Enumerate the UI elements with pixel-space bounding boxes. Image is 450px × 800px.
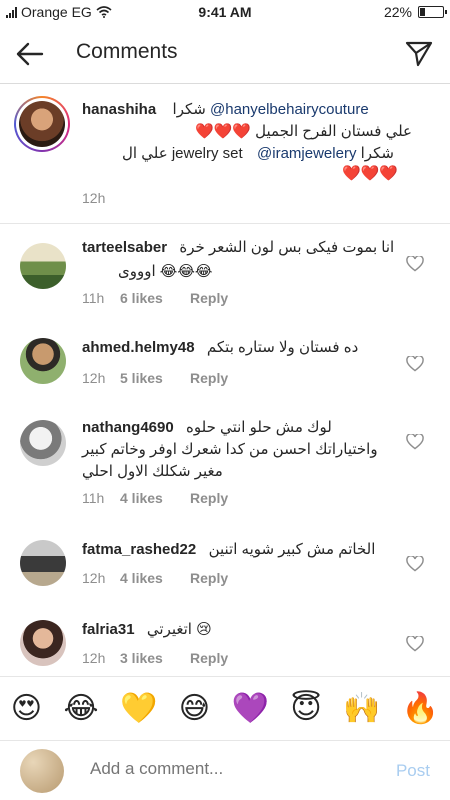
comment-likes[interactable]: 4 likes [120, 490, 190, 506]
raising-hands-emoji-button[interactable]: 🙌 [343, 691, 380, 726]
comment-text: اتغيرتي 😢 [146, 621, 212, 638]
halo-emoji-button[interactable]: 😇 [290, 691, 321, 726]
comment-username[interactable]: fatma_rashed22 [82, 541, 196, 558]
reply-button[interactable]: Reply [190, 570, 228, 586]
comment-meta: 11h 6 likes Reply [82, 290, 228, 306]
comment-input-bar: Post [0, 740, 450, 800]
reply-button[interactable]: Reply [190, 370, 228, 386]
comment-likes[interactable]: 3 likes [120, 650, 190, 666]
avatar[interactable] [20, 338, 66, 384]
emoji-quick-bar: 😍 😂 💛 😅 💜 😇 🙌 🔥 [0, 676, 450, 740]
back-arrow-icon[interactable] [14, 38, 46, 70]
caption-time: 12h [82, 190, 106, 206]
comment-likes[interactable]: 6 likes [120, 290, 190, 306]
purple-heart-emoji-button[interactable]: 💜 [232, 691, 269, 726]
heart-icon[interactable] [406, 256, 424, 272]
caption-text-3-suffix: علي ال jewelry set [122, 145, 243, 162]
heart-eyes-emoji-button[interactable]: 😍 [11, 691, 42, 726]
reply-button[interactable]: Reply [190, 290, 228, 306]
comment-likes[interactable]: 4 likes [120, 570, 190, 586]
page-title: Comments [76, 40, 178, 63]
comment-meta: 12h 4 likes Reply [82, 570, 228, 586]
avatar[interactable] [20, 540, 66, 586]
fire-emoji-button[interactable]: 🔥 [402, 691, 439, 726]
comment-line-1: tarteelsaber انا بموت فيكى بس لون الشعر … [82, 238, 394, 256]
heart-icon[interactable] [406, 434, 424, 450]
battery-percent: 22% [383, 4, 412, 20]
caption-line-3: علي ال jewelry set @iramjewelery شكرا [122, 144, 394, 162]
heart-icon[interactable] [406, 556, 424, 572]
comment-item: nathang4690 لوك مش حلو انتي حلوه واختيار… [0, 408, 450, 516]
avatar[interactable] [20, 620, 66, 666]
comment-text: الخاتم مش كبير شويه اتنين [208, 541, 376, 558]
comment-line-1: nathang4690 لوك مش حلو انتي حلوه [82, 418, 332, 436]
comment-username[interactable]: ahmed.helmy48 [82, 339, 195, 356]
comment-text-cont: مغير شكلك الاول احلي [82, 463, 223, 480]
direct-send-icon[interactable] [404, 38, 434, 68]
caption-text-3-prefix: شكرا [360, 145, 394, 162]
reply-button[interactable]: Reply [190, 650, 228, 666]
battery-icon [418, 6, 447, 18]
post-button[interactable]: Post [396, 761, 430, 781]
comment-input[interactable] [90, 759, 370, 779]
comments-header: Comments [0, 24, 450, 84]
comment-meta: 11h 4 likes Reply [82, 490, 228, 506]
comment-time: 12h [82, 370, 106, 386]
caption-avatar [19, 101, 65, 147]
tears-of-joy-emoji-button[interactable]: 😂 [63, 691, 98, 726]
heart-icon[interactable] [406, 636, 424, 652]
caption-line-1: hanashiha شكرا @hanyelbehairycouture [82, 100, 369, 118]
comment-line-1: ahmed.helmy48 ده فستان ولا ستاره بتكم [82, 338, 358, 356]
comment-item: ahmed.helmy48 ده فستان ولا ستاره بتكم 12… [0, 328, 450, 394]
reply-button[interactable]: Reply [190, 490, 228, 506]
mention-iramjewelery[interactable]: @iramjewelery [257, 145, 356, 162]
comment-time: 11h [82, 290, 105, 306]
comment-text-cont: واختياراتك احسن من كدا شعرك اوفر وخاتم ك… [82, 441, 378, 458]
status-right: 22% [383, 4, 447, 20]
sweat-smile-emoji-button[interactable]: 😅 [179, 691, 210, 726]
heart-icon[interactable] [406, 356, 424, 372]
comment-time: 12h [82, 570, 106, 586]
comment-text: ده فستان ولا ستاره بتكم [206, 339, 359, 356]
comment-time: 11h [82, 490, 105, 506]
caption-line-2: علي فستان الفرح الجميل ❤️❤️❤️ [194, 123, 412, 140]
caption-avatar-story-ring[interactable] [14, 96, 70, 152]
caption-line-4: ❤️❤️❤️ [342, 165, 399, 182]
mention-hanyelbehairycouture[interactable]: @hanyelbehairycouture [210, 101, 369, 118]
caption-username[interactable]: hanashiha [82, 101, 156, 118]
comment-username[interactable]: falria31 [82, 621, 135, 638]
comment-text: انا بموت فيكى بس لون الشعر خرة [179, 239, 395, 256]
comment-line-1: falria31 اتغيرتي 😢 [82, 620, 212, 638]
comment-item: tarteelsaber انا بموت فيكى بس لون الشعر … [0, 228, 450, 316]
comment-likes[interactable]: 5 likes [120, 370, 190, 386]
status-bar: Orange EG 9:41 AM 22% [0, 0, 450, 24]
comment-time: 12h [82, 650, 106, 666]
comment-item: fatma_rashed22 الخاتم مش كبير شويه اتنين… [0, 530, 450, 596]
comment-line-1: fatma_rashed22 الخاتم مش كبير شويه اتنين [82, 540, 375, 558]
current-user-avatar [20, 749, 64, 793]
avatar[interactable] [20, 420, 66, 466]
yellow-heart-emoji-button[interactable]: 💛 [120, 691, 157, 726]
comment-text: لوك مش حلو انتي حلوه [186, 419, 332, 436]
comment-item: falria31 اتغيرتي 😢 12h 3 likes Reply [0, 610, 450, 676]
comment-username[interactable]: tarteelsaber [82, 239, 167, 256]
caption-text-1: شكرا [172, 101, 206, 118]
clock: 9:41 AM [198, 4, 252, 20]
comment-username[interactable]: nathang4690 [82, 419, 174, 436]
comment-text-cont: اوووى 😂😂😂 [118, 263, 213, 280]
comment-meta: 12h 3 likes Reply [82, 650, 228, 666]
post-caption: hanashiha شكرا @hanyelbehairycouture علي… [0, 84, 450, 224]
avatar[interactable] [20, 243, 66, 289]
comment-meta: 12h 5 likes Reply [82, 370, 228, 386]
